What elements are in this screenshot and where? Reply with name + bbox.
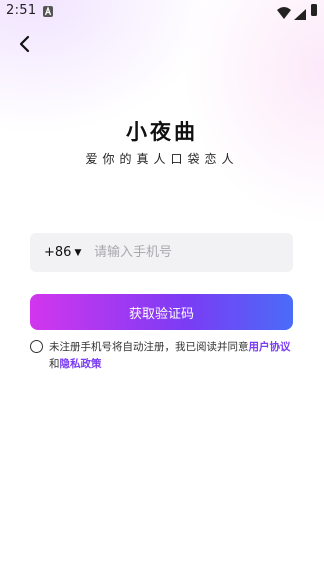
country-code-label: +86 xyxy=(44,245,72,260)
agreement-checkbox[interactable] xyxy=(30,340,43,353)
chevron-left-icon xyxy=(19,35,30,53)
battery-icon xyxy=(311,4,317,16)
phone-input-group: +86 ▼ xyxy=(30,233,293,272)
app-slogan: 爱你的真人口袋恋人 xyxy=(85,152,239,166)
back-button[interactable] xyxy=(13,32,37,56)
agreement-statement: 未注册手机号将自动注册，我已阅读并同意 xyxy=(49,341,249,353)
user-agreement-link[interactable]: 用户协议 xyxy=(249,341,291,353)
get-code-button[interactable]: 获取验证码 xyxy=(30,294,293,330)
status-time: 2:51 xyxy=(6,3,37,18)
notification-icon xyxy=(43,6,53,17)
agreement-and: 和 xyxy=(49,358,60,370)
caret-down-icon: ▼ xyxy=(74,248,82,258)
privacy-policy-link[interactable]: 隐私政策 xyxy=(60,358,102,370)
app-title: 小夜曲 xyxy=(126,120,198,144)
agreement-text: 未注册手机号将自动注册，我已阅读并同意用户协议和隐私政策 xyxy=(49,339,294,373)
country-code-selector[interactable]: +86 ▼ xyxy=(44,245,81,260)
wifi-icon xyxy=(277,4,291,23)
phone-input[interactable] xyxy=(94,233,284,272)
status-bar: 2:51 xyxy=(0,0,324,24)
signal-icon xyxy=(294,5,306,24)
